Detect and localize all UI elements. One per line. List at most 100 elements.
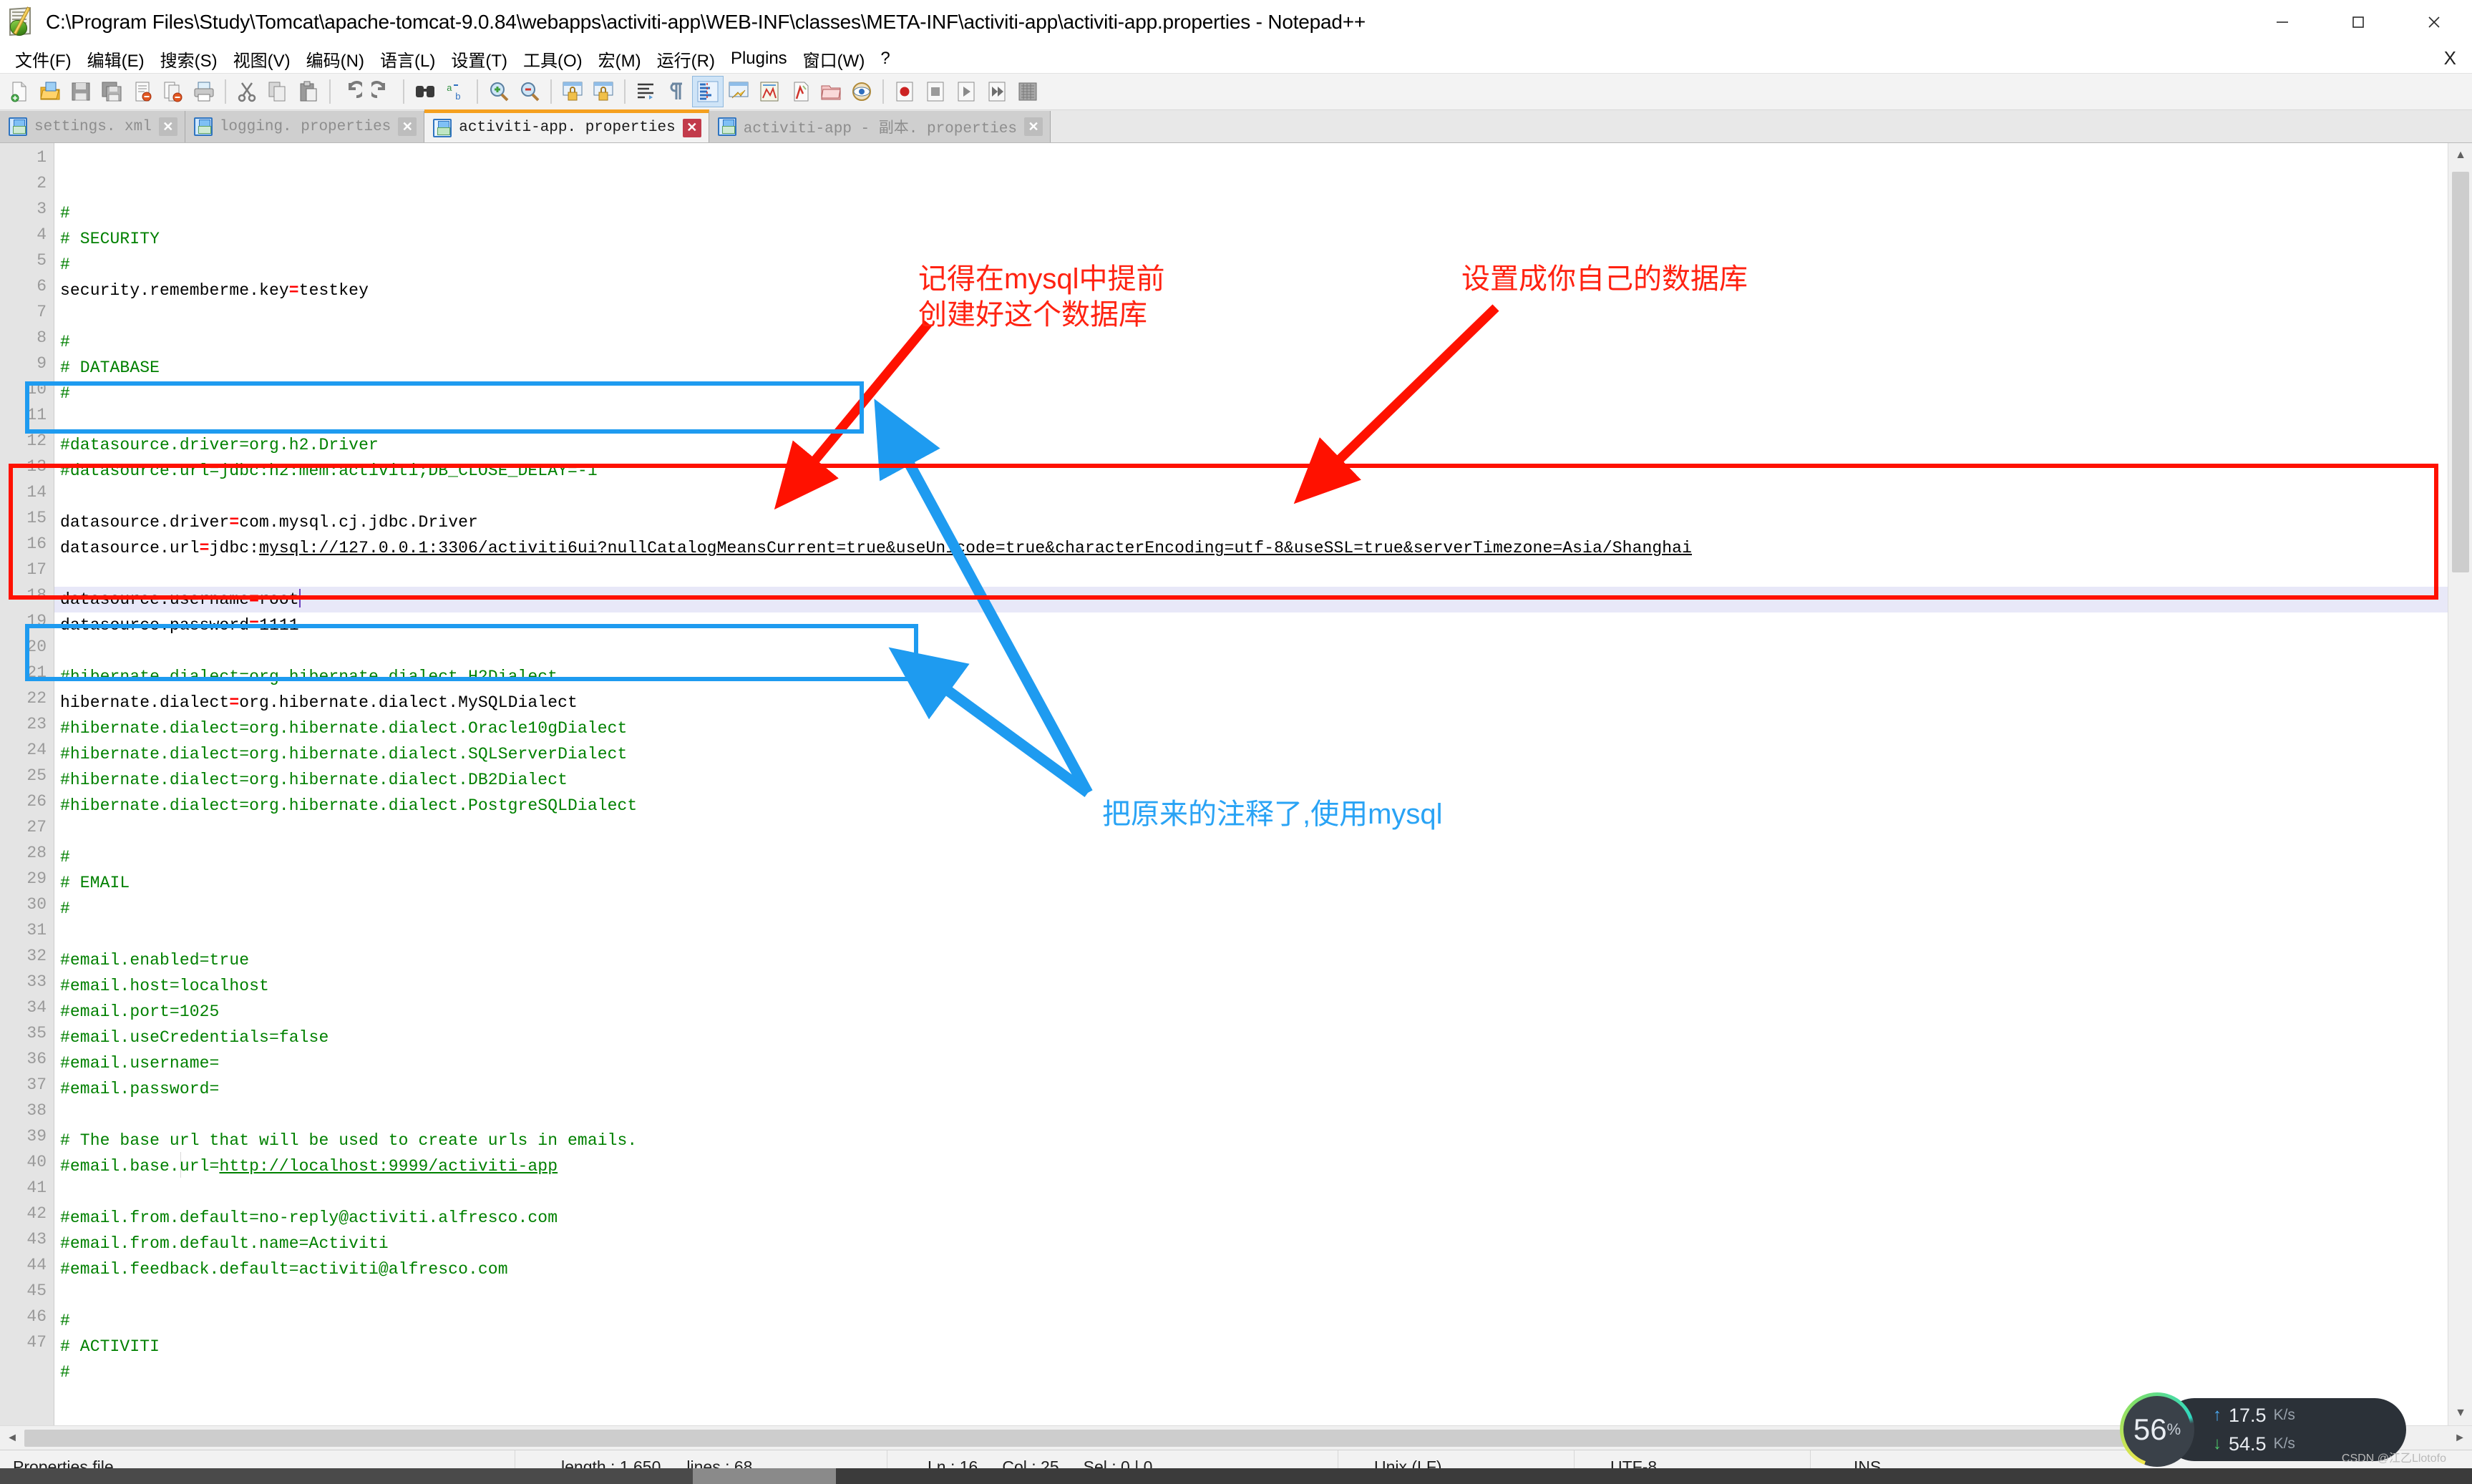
menu-item-3[interactable]: 视图(V) [225,44,298,74]
code-line[interactable]: # ACTIVITI [54,1334,2472,1359]
sync-horizontal-scroll-icon[interactable] [588,77,618,107]
code-line[interactable]: #email.from.default.name=Activiti [54,1231,2472,1256]
code-line[interactable]: # [54,896,2472,922]
maximize-button[interactable] [2320,0,2396,44]
code-line[interactable]: # EMAIL [54,870,2472,896]
macro-save-icon[interactable] [1013,77,1043,107]
code-line[interactable]: #email.useCredentials=false [54,1025,2472,1050]
code-line[interactable]: # [54,329,2472,355]
code-line[interactable]: #email.enabled=true [54,947,2472,973]
menu-item-2[interactable]: 搜索(S) [152,44,225,74]
show-indent-guide-icon[interactable] [692,76,724,107]
code-line[interactable]: #email.username= [54,1050,2472,1076]
user-defined-language-icon[interactable] [724,77,754,107]
code-view[interactable]: # # SECURITY # security.rememberme.key=test… [54,143,2472,1425]
menu-item-5[interactable]: 语言(L) [372,44,443,74]
code-line[interactable] [54,1102,2472,1128]
code-line[interactable]: hibernate.dialect=org.hibernate.dialect.… [54,690,2472,716]
save-icon[interactable] [66,77,96,107]
code-line[interactable]: #email.password= [54,1076,2472,1102]
tab-0[interactable]: settings. xml ✕ [0,111,185,142]
code-line[interactable]: #email.host=localhost [54,973,2472,999]
tab-close-icon[interactable]: ✕ [158,117,177,136]
macro-playback-multiple-icon[interactable] [982,77,1012,107]
minimize-button[interactable] [2244,0,2320,44]
code-line[interactable]: #datasource.url=jdbc:h2:mem:activiti;DB_… [54,458,2472,484]
show-all-characters-icon[interactable] [662,77,692,107]
code-line[interactable]: #email.from.default=no-reply@activiti.al… [54,1205,2472,1231]
find-icon[interactable] [410,77,440,107]
zoom-out-icon[interactable] [515,77,545,107]
code-line[interactable]: # The base url that will be used to crea… [54,1128,2472,1153]
menu-item-9[interactable]: 运行(R) [649,44,723,74]
scroll-left-icon[interactable]: ◄ [0,1426,24,1450]
new-file-icon[interactable] [4,77,34,107]
scroll-up-icon[interactable]: ▲ [2448,143,2472,167]
code-line[interactable]: # [54,844,2472,870]
code-line[interactable] [54,922,2472,947]
folder-as-workspace-icon[interactable] [816,77,846,107]
code-line[interactable] [54,1385,2472,1411]
menu-item-10[interactable]: Plugins [723,47,795,71]
menu-item-8[interactable]: 宏(M) [590,44,649,74]
code-line[interactable]: # [54,1359,2472,1385]
print-icon[interactable] [189,77,219,107]
menu-item-0[interactable]: 文件(F) [7,44,79,74]
code-line[interactable] [54,303,2472,329]
zoom-in-icon[interactable] [484,77,514,107]
word-wrap-icon[interactable] [631,77,661,107]
tab-1[interactable]: logging. properties ✕ [185,111,425,142]
code-line[interactable]: datasource.driver=com.mysql.cj.jdbc.Driv… [54,509,2472,535]
horizontal-scroll-thumb[interactable] [24,1429,2128,1447]
code-line[interactable]: #email.port=1025 [54,999,2472,1025]
tab-close-icon[interactable]: ✕ [1024,117,1043,136]
code-line[interactable] [54,1179,2472,1205]
code-line[interactable] [54,819,2472,844]
code-line[interactable]: # DATABASE [54,355,2472,381]
vertical-scrollbar[interactable]: ▲ ▼ [2448,143,2472,1425]
cut-icon[interactable] [232,77,262,107]
code-line[interactable] [54,638,2472,664]
code-line[interactable]: # SECURITY [54,226,2472,252]
editor-area[interactable]: 1 2 3 4 5 6 7 8 9 10 11 12 13 14 15 16 17 18 19 20 21 22 23 24 2… [0,143,2472,1425]
code-line[interactable]: # [54,252,2472,278]
code-line[interactable]: # [54,381,2472,406]
horizontal-scroll-track[interactable] [24,1426,2448,1450]
scroll-right-icon[interactable]: ► [2448,1426,2472,1450]
code-line[interactable]: #email.feedback.default=activiti@alfresc… [54,1256,2472,1282]
code-line[interactable]: #email.base.url=http://localhost:9999/ac… [54,1153,2472,1179]
code-line[interactable] [54,561,2472,587]
document-map-icon[interactable] [785,77,815,107]
code-line[interactable] [54,484,2472,509]
replace-icon[interactable]: ab [441,77,471,107]
paste-icon[interactable] [293,77,323,107]
close-document-button[interactable]: X [2438,47,2462,69]
macro-play-icon[interactable] [951,77,981,107]
code-line[interactable]: #hibernate.dialect=org.hibernate.dialect… [54,664,2472,690]
close-file-icon[interactable] [127,77,157,107]
redo-icon[interactable] [367,77,397,107]
open-file-icon[interactable] [35,77,65,107]
code-line[interactable]: # [54,1308,2472,1334]
code-line[interactable]: #hibernate.dialect=org.hibernate.dialect… [54,741,2472,767]
scroll-down-icon[interactable]: ▼ [2448,1401,2472,1425]
macro-record-icon[interactable] [890,77,920,107]
code-line[interactable]: #datasource.driver=org.h2.Driver [54,432,2472,458]
code-line[interactable]: security.rememberme.key=testkey [54,278,2472,303]
code-line[interactable] [54,1282,2472,1308]
save-all-icon[interactable] [97,77,127,107]
undo-icon[interactable] [336,77,366,107]
code-line[interactable] [54,406,2472,432]
menu-item-11[interactable]: 窗口(W) [795,44,873,74]
monitoring-icon[interactable] [847,77,877,107]
tab-2[interactable]: activiti-app. properties ✕ [424,109,709,142]
code-line[interactable]: datasource.password=1111 [54,612,2472,638]
tab-close-icon[interactable]: ✕ [398,117,417,136]
horizontal-scrollbar[interactable]: ◄ ► [0,1425,2472,1450]
menu-item-4[interactable]: 编码(N) [298,44,372,74]
macro-stop-icon[interactable] [920,77,950,107]
menu-item-1[interactable]: 编辑(E) [79,44,152,74]
tab-close-icon[interactable]: ✕ [682,118,701,137]
copy-icon[interactable] [263,77,293,107]
menu-item-6[interactable]: 设置(T) [443,44,515,74]
